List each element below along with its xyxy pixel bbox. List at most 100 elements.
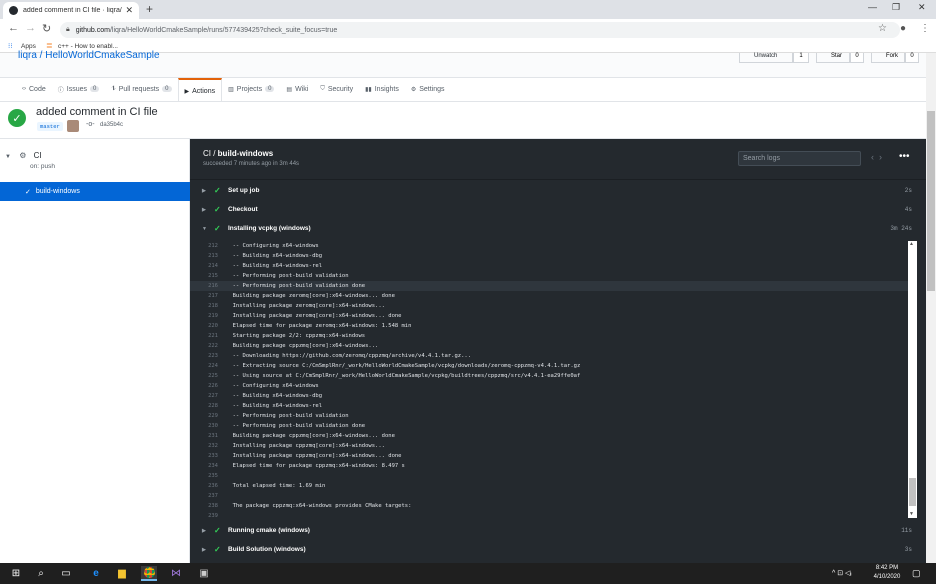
tab-projects[interactable]: ▥ Projects 0: [222, 78, 280, 100]
log-line-number[interactable]: 214: [190, 261, 226, 271]
tab-code[interactable]: ‹› Code: [16, 78, 52, 100]
chevron-right-icon[interactable]: ▶: [202, 207, 214, 213]
log-line-number[interactable]: 219: [190, 311, 226, 321]
log-line-number[interactable]: 213: [190, 251, 226, 261]
log-line-number[interactable]: 230: [190, 421, 226, 431]
log-line-number[interactable]: 215: [190, 271, 226, 281]
log-line-number[interactable]: 223: [190, 351, 226, 361]
log-line-number[interactable]: 217: [190, 291, 226, 301]
log-line-number[interactable]: 212: [190, 241, 226, 251]
step-row[interactable]: ▼ ✓ Installing vcpkg (windows) 3m 24s: [190, 219, 926, 238]
star-button[interactable]: Star: [816, 53, 850, 63]
restore-icon[interactable]: ❐: [892, 2, 900, 13]
terminal-icon[interactable]: ▣: [196, 566, 212, 581]
code-icon: ‹›: [22, 86, 26, 92]
log-line-number[interactable]: 218: [190, 301, 226, 311]
chevron-down-icon[interactable]: ▼: [202, 226, 214, 232]
log-line-number[interactable]: 225: [190, 371, 226, 381]
unwatch-button[interactable]: Unwatch: [739, 53, 793, 63]
log-line: 234 Elapsed time for package cppzmq:x64-…: [190, 461, 910, 471]
forward-icon[interactable]: →: [25, 22, 36, 34]
scroll-up-icon[interactable]: ▲: [909, 241, 914, 247]
log-line-number[interactable]: 233: [190, 451, 226, 461]
log-line-number[interactable]: 216: [190, 281, 226, 291]
log-line-number[interactable]: 237: [190, 491, 226, 501]
tab-wiki[interactable]: ▤ Wiki: [280, 78, 314, 100]
scroll-down-icon[interactable]: ▼: [909, 511, 914, 517]
repo-breadcrumb[interactable]: liqra / HelloWorldCmakeSample: [18, 50, 160, 61]
log-line-number[interactable]: 229: [190, 411, 226, 421]
prev-next-icons[interactable]: ‹ ›: [871, 152, 882, 162]
browser-tab[interactable]: added comment in CI file · liqra/ ✕: [3, 2, 139, 19]
log-line-number[interactable]: 238: [190, 501, 226, 511]
commit-sha[interactable]: da35b4c: [100, 122, 123, 128]
log-line-number[interactable]: 222: [190, 341, 226, 351]
menu-kebab-icon[interactable]: ⋮: [920, 23, 930, 34]
page-scroll-thumb[interactable]: [927, 111, 935, 291]
watch-count[interactable]: 1: [793, 53, 809, 63]
step-row[interactable]: ▶ ✓ Build Solution (windows) 3s: [190, 540, 926, 559]
log-line-number[interactable]: 234: [190, 461, 226, 471]
log-line-number[interactable]: 239: [190, 511, 226, 518]
log-line-number[interactable]: 232: [190, 441, 226, 451]
step-row[interactable]: ▶ ✓ Checkout 4s: [190, 200, 926, 219]
chevron-right-icon[interactable]: ▶: [202, 188, 214, 194]
log-line-number[interactable]: 226: [190, 381, 226, 391]
tab-security[interactable]: ⛉ Security: [314, 78, 359, 100]
windows-start-icon[interactable]: ⊞: [8, 566, 24, 581]
chevron-right-icon[interactable]: ▶: [202, 547, 214, 553]
log-scrollbar[interactable]: ▲ ▼: [908, 241, 917, 518]
tab-settings[interactable]: ⚙ Settings: [405, 78, 451, 100]
profile-icon[interactable]: ●: [900, 23, 906, 34]
log-line-number[interactable]: 224: [190, 361, 226, 371]
close-window-icon[interactable]: ✕: [918, 2, 926, 13]
bookmark-star-icon[interactable]: ☆: [878, 23, 887, 34]
tab-actions[interactable]: ▶ Actions: [177, 78, 223, 102]
search-icon[interactable]: ⌕: [33, 566, 49, 581]
bookmark-stackoverflow[interactable]: c++ - How to enabl...: [58, 43, 118, 50]
chevron-right-icon[interactable]: ▶: [202, 528, 214, 534]
star-count[interactable]: 0: [850, 53, 864, 63]
fork-count[interactable]: 0: [905, 53, 919, 63]
chevron-down-icon[interactable]: ▼: [5, 154, 11, 160]
branch-label[interactable]: master: [37, 122, 63, 131]
reload-icon[interactable]: ↻: [42, 22, 51, 35]
log-line-number[interactable]: 227: [190, 391, 226, 401]
address-bar[interactable]: 🔒︎ github.com /liqra/HelloWorldCmakeSamp…: [60, 22, 900, 38]
search-logs-input[interactable]: Search logs: [738, 151, 861, 166]
close-tab-icon[interactable]: ✕: [125, 5, 133, 16]
log-line-number[interactable]: 221: [190, 331, 226, 341]
chrome-icon[interactable]: [141, 566, 157, 581]
tab-insights[interactable]: ▮▮ Insights: [359, 78, 405, 100]
page-scrollbar[interactable]: [926, 53, 936, 563]
notification-icon[interactable]: ▢: [912, 568, 921, 579]
job-item-build-windows[interactable]: ✓ build-windows: [0, 182, 190, 201]
log-line-text: Starting package 2/2: cppzmq:x64-windows: [226, 333, 366, 339]
workflow-item[interactable]: ▼ ⚙︎ CI: [5, 151, 42, 160]
log-line-number[interactable]: 235: [190, 471, 226, 481]
taskbar-clock[interactable]: 8:42 PM 4/10/2020: [868, 564, 906, 582]
back-icon[interactable]: ←: [8, 22, 19, 34]
step-row[interactable]: ▶ ✓ Running cmake (windows) 11s: [190, 521, 926, 540]
log-line-number[interactable]: 220: [190, 321, 226, 331]
workflow-icon: ⚙︎: [19, 151, 27, 160]
step-row[interactable]: ▶ ✓ Set up job 2s: [190, 181, 926, 200]
avatar[interactable]: [67, 120, 79, 132]
edge-icon[interactable]: e: [88, 566, 104, 581]
tray-icons[interactable]: ^ ⊡ ◁ᵢ: [832, 569, 852, 577]
more-options-icon[interactable]: •••: [899, 151, 910, 162]
log-scroll-thumb[interactable]: [909, 478, 916, 506]
tab-issues[interactable]: ⓘ Issues 0: [52, 78, 106, 100]
log-line-number[interactable]: 228: [190, 401, 226, 411]
fork-button[interactable]: Fork: [871, 53, 905, 63]
apps-grid-icon[interactable]: ⁝⁝: [8, 42, 12, 50]
new-tab-button[interactable]: +: [146, 2, 153, 16]
log-line-number[interactable]: 231: [190, 431, 226, 441]
file-explorer-icon[interactable]: ▆: [114, 566, 130, 581]
bookmark-apps[interactable]: Apps: [21, 43, 36, 50]
minimize-icon[interactable]: —: [868, 2, 877, 12]
tab-pull-requests[interactable]: ⥮ Pull requests 0: [105, 78, 177, 100]
visual-studio-icon[interactable]: ⋈: [168, 566, 184, 581]
task-view-icon[interactable]: ▭: [58, 566, 74, 581]
log-line-number[interactable]: 236: [190, 481, 226, 491]
